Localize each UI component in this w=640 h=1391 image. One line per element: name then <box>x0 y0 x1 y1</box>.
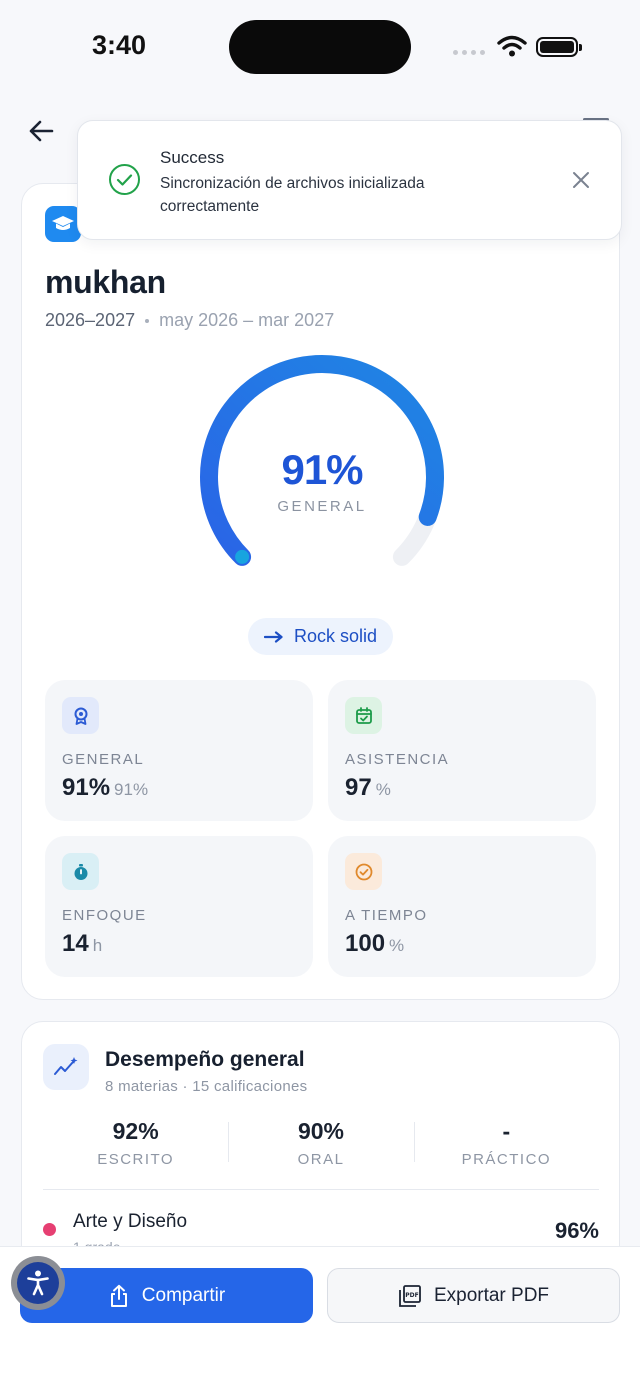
subject-color-dot <box>43 1223 56 1236</box>
trend-label: Rock solid <box>294 626 378 646</box>
performance-metrics: 92% ESCRITO 90% ORAL - PRÁCTICO <box>43 1118 599 1168</box>
accessibility-icon <box>27 1270 49 1296</box>
stat-unit: % <box>375 780 391 799</box>
stat-label: A TIEMPO <box>345 907 428 924</box>
screen: 3:40 mukhan 2026–2027 may 2026 – mar 202… <box>0 0 640 1391</box>
performance-title: Desempeño general <box>105 1048 305 1071</box>
metric-oral: 90% ORAL <box>228 1118 413 1168</box>
gauge-value: 91% <box>281 446 363 493</box>
stat-focus[interactable]: ENFOQUE 14 h <box>45 836 313 977</box>
metric-label: ORAL <box>297 1151 345 1168</box>
stat-attendance[interactable]: ASISTENCIA 97% <box>328 680 596 821</box>
school-year: 2026–2027 <box>45 310 136 330</box>
overall-gauge: 91% GENERAL <box>197 354 447 584</box>
report-card: mukhan 2026–2027 may 2026 – mar 2027 91%… <box>21 183 620 1000</box>
status-bar: 3:40 <box>0 0 640 96</box>
battery-icon <box>536 37 582 57</box>
share-icon <box>110 1284 127 1307</box>
stat-number: 100 <box>345 930 386 957</box>
stat-on-time[interactable]: A TIEMPO 100% <box>328 836 596 977</box>
metric-value: - <box>502 1118 511 1144</box>
stat-unit: h <box>92 936 103 955</box>
graduation-cap-icon <box>45 206 81 242</box>
back-button[interactable] <box>24 114 58 148</box>
metric-value: 90% <box>297 1118 345 1144</box>
award-icon <box>62 697 99 734</box>
stat-general[interactable]: GENERAL 91% 91% <box>45 680 313 821</box>
arrow-right-icon <box>264 630 283 643</box>
subject-score: 96% <box>554 1218 599 1243</box>
dynamic-island <box>229 20 411 74</box>
stat-label: ENFOQUE <box>62 907 147 924</box>
metric-practical: - PRÁCTICO <box>413 1118 599 1168</box>
export-pdf-label: Exportar PDF <box>433 1284 550 1306</box>
toast-close-button[interactable] <box>568 167 594 193</box>
cellular-signal-icon <box>453 50 485 55</box>
period-row: 2026–2027 may 2026 – mar 2027 <box>45 310 334 331</box>
arrow-left-icon <box>29 120 54 142</box>
gauge-start-cap <box>235 549 250 564</box>
subject-name: Arte y Diseño <box>73 1211 188 1232</box>
trend-badge[interactable]: Rock solid <box>248 618 394 655</box>
status-time: 3:40 <box>92 30 147 60</box>
gauge-label: GENERAL <box>277 498 367 515</box>
stat-value: 100% <box>345 930 404 958</box>
date-range: may 2026 – mar 2027 <box>159 310 335 330</box>
wifi-icon <box>497 35 527 57</box>
stat-label: ASISTENCIA <box>345 751 450 768</box>
clock-check-icon <box>345 853 382 890</box>
sparkle-trend-icon <box>43 1044 89 1090</box>
stat-value: 14 h <box>62 930 102 958</box>
check-circle-icon <box>109 164 140 195</box>
stat-value: 97% <box>345 774 391 802</box>
bottom-action-bar: Compartir PDF Exportar PDF <box>0 1246 640 1391</box>
stat-value: 91% 91% <box>62 774 148 802</box>
metric-value: 92% <box>112 1118 159 1144</box>
export-pdf-button[interactable]: PDF Exportar PDF <box>327 1268 620 1323</box>
toast-title: Success <box>160 148 225 167</box>
accessibility-button[interactable] <box>11 1256 65 1310</box>
pdf-file-icon: PDF <box>399 1284 421 1307</box>
svg-text:PDF: PDF <box>405 1292 418 1299</box>
toast-message: Sincronización de archivos inicializada … <box>160 175 425 215</box>
stat-unit: 91% <box>114 780 149 799</box>
divider <box>43 1189 599 1190</box>
success-toast: Success Sincronización de archivos inici… <box>77 120 622 240</box>
stat-number: 91% <box>62 774 111 801</box>
share-label: Compartir <box>141 1284 226 1306</box>
metric-label: PRÁCTICO <box>461 1151 552 1168</box>
separator-dot <box>145 318 150 323</box>
student-name: mukhan <box>45 264 166 300</box>
stat-unit: % <box>389 936 405 955</box>
stat-number: 97 <box>345 774 372 801</box>
stat-label: GENERAL <box>62 751 145 768</box>
calendar-check-icon <box>345 697 382 734</box>
stopwatch-icon <box>62 853 99 890</box>
metric-label: ESCRITO <box>97 1151 175 1168</box>
stat-number: 14 <box>62 930 89 957</box>
close-icon <box>573 172 589 188</box>
metric-written: 92% ESCRITO <box>43 1118 228 1168</box>
performance-subtitle: 8 materias · 15 calificaciones <box>105 1078 308 1095</box>
